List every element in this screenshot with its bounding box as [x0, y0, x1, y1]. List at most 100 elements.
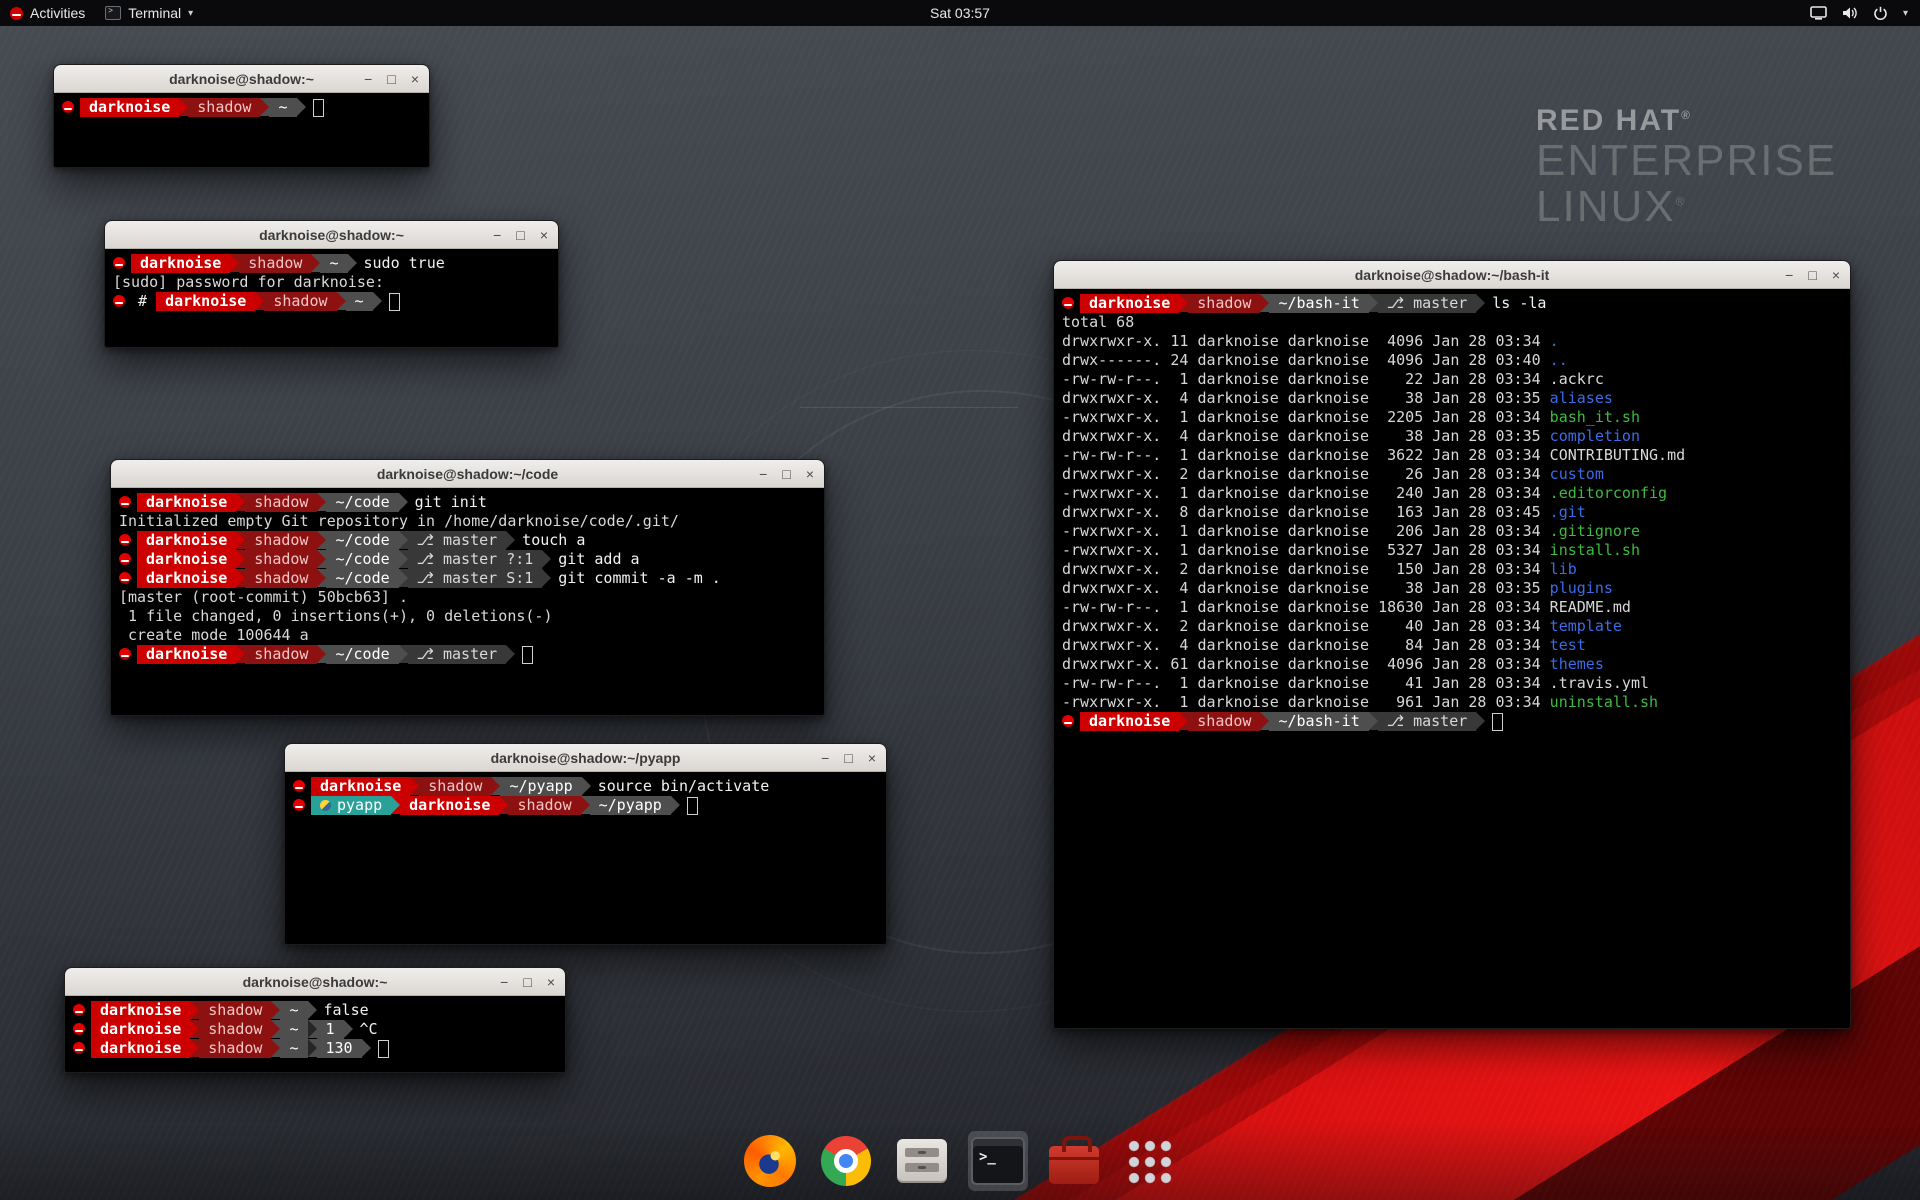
dock-item-firefox[interactable]	[740, 1131, 800, 1191]
output-text: -rwxrwxr-x. 1 darknoise darknoise 240 Ja…	[1062, 484, 1550, 503]
terminal-content[interactable]: darknoiseshadow~/codegit initInitialized…	[111, 488, 824, 716]
terminal-cursor	[389, 293, 400, 311]
minimize-button[interactable]: −	[759, 467, 767, 481]
redhat-prompt-icon	[119, 553, 131, 565]
terminal-line: -rw-rw-r--. 1 darknoise darknoise 3622 J…	[1062, 446, 1842, 465]
dock-item-chrome[interactable]	[816, 1131, 876, 1191]
registered-mark: ®	[1681, 108, 1692, 122]
command-text: source bin/activate	[598, 777, 770, 796]
terminal-window-bash-it[interactable]: darknoise@shadow:~/bash-it − □ × darknoi…	[1053, 260, 1851, 1029]
redhat-prompt-icon	[119, 496, 131, 508]
powerline-separator-icon	[399, 645, 408, 663]
close-button[interactable]: ×	[540, 228, 548, 242]
redhat-prompt-icon	[73, 1042, 85, 1054]
terminal-line: drwxrwxr-x. 4 darknoise darknoise 38 Jan…	[1062, 427, 1842, 446]
window-titlebar[interactable]: darknoise@shadow:~/bash-it − □ ×	[1054, 261, 1850, 289]
output-text: -rw-rw-r--. 1 darknoise darknoise 3622 J…	[1062, 446, 1550, 465]
app-menu-button[interactable]: Terminal ▾	[105, 5, 193, 21]
dock-item-files[interactable]	[892, 1131, 952, 1191]
terminal-content[interactable]: darknoiseshadow~/pyappsource bin/activat…	[285, 772, 886, 945]
prompt-segment-host: shadow	[1188, 712, 1260, 731]
powerline-separator-icon	[373, 292, 382, 310]
terminal-cursor	[687, 797, 698, 815]
terminal-line: drwx------. 24 darknoise darknoise 4096 …	[1062, 351, 1842, 370]
terminal-window-code[interactable]: darknoise@shadow:~/code − □ × darknoises…	[110, 459, 825, 716]
terminal-window-sudo[interactable]: darknoise@shadow:~ − □ × darknoiseshadow…	[104, 220, 559, 348]
minimize-button[interactable]: −	[493, 228, 501, 242]
powerline-separator-icon	[1260, 712, 1269, 730]
window-titlebar[interactable]: darknoise@shadow:~/code − □ ×	[111, 460, 824, 488]
file-name: .ackrc	[1550, 370, 1604, 389]
terminal-line: drwxrwxr-x. 2 darknoise darknoise 40 Jan…	[1062, 617, 1842, 636]
output-text: 1 file changed, 0 insertions(+), 0 delet…	[119, 607, 552, 626]
chevron-down-icon: ▾	[188, 8, 193, 19]
output-text: -rwxrwxr-x. 1 darknoise darknoise 5327 J…	[1062, 541, 1550, 560]
prompt-segment-host: shadow	[508, 796, 580, 815]
minimize-button[interactable]: −	[364, 72, 372, 86]
files-icon	[897, 1139, 947, 1183]
close-button[interactable]: ×	[547, 975, 555, 989]
powerline-separator-icon	[399, 569, 408, 587]
screen-icon	[1810, 6, 1827, 20]
window-titlebar[interactable]: darknoise@shadow:~/pyapp − □ ×	[285, 744, 886, 772]
terminal-window-home-2[interactable]: darknoise@shadow:~ − □ × darknoiseshadow…	[64, 967, 566, 1073]
powerline-separator-icon	[1476, 294, 1485, 312]
prompt-segment-path: ~	[280, 1001, 307, 1020]
prompt-segment-user: darknoise	[137, 645, 236, 664]
terminal-window-pyapp[interactable]: darknoise@shadow:~/pyapp − □ × darknoise…	[284, 743, 887, 945]
powerline-separator-icon	[308, 1020, 317, 1038]
maximize-button[interactable]: □	[1808, 268, 1816, 282]
close-button[interactable]: ×	[806, 467, 814, 481]
window-titlebar[interactable]: darknoise@shadow:~ − □ ×	[54, 65, 429, 93]
terminal-mini-icon	[105, 6, 121, 20]
terminal-line: total 68	[1062, 313, 1842, 332]
output-text: [master (root-commit) 50bcb63] .	[119, 588, 408, 607]
powerline-separator-icon	[271, 1020, 280, 1038]
system-status-area[interactable]: ▾	[1810, 6, 1920, 21]
prompt-segment-branch: ⎇ master	[1378, 294, 1477, 313]
directory-name: themes	[1550, 655, 1604, 674]
maximize-button[interactable]: □	[844, 751, 852, 765]
close-button[interactable]: ×	[411, 72, 419, 86]
output-text: drwxrwxr-x. 2 darknoise darknoise 150 Ja…	[1062, 560, 1550, 579]
terminal-content[interactable]: darknoiseshadow~falsedarknoiseshadow~1^C…	[65, 996, 565, 1073]
minimize-button[interactable]: −	[500, 975, 508, 989]
powerline-separator-icon	[1179, 294, 1188, 312]
terminal-content[interactable]: darknoiseshadow~sudo true[sudo] password…	[105, 249, 558, 348]
terminal-window-home-1[interactable]: darknoise@shadow:~ − □ × darknoiseshadow…	[53, 64, 430, 168]
output-text: total 68	[1062, 313, 1134, 332]
maximize-button[interactable]: □	[516, 228, 524, 242]
dock-item-toolbox[interactable]	[1044, 1131, 1104, 1191]
terminal-line: darknoiseshadow~/bash-it⎇ master	[1062, 712, 1842, 731]
prompt-segment-path: ~/pyapp	[500, 777, 581, 796]
dock-item-app-grid[interactable]	[1120, 1131, 1180, 1191]
directory-name: ..	[1550, 351, 1568, 370]
prompt-segment-path: ~/bash-it	[1269, 294, 1368, 313]
firefox-icon	[744, 1135, 796, 1187]
minimize-button[interactable]: −	[821, 751, 829, 765]
powerline-separator-icon	[337, 292, 346, 310]
clock-label[interactable]: Sat 03:57	[930, 5, 990, 21]
redhat-prompt-icon	[73, 1023, 85, 1035]
window-titlebar[interactable]: darknoise@shadow:~ − □ ×	[105, 221, 558, 249]
powerline-separator-icon	[297, 98, 306, 116]
output-text: drwxrwxr-x. 61 darknoise darknoise 4096 …	[1062, 655, 1550, 674]
maximize-button[interactable]: □	[782, 467, 790, 481]
close-button[interactable]: ×	[868, 751, 876, 765]
maximize-button[interactable]: □	[387, 72, 395, 86]
minimize-button[interactable]: −	[1785, 268, 1793, 282]
window-titlebar[interactable]: darknoise@shadow:~ − □ ×	[65, 968, 565, 996]
terminal-content[interactable]: darknoiseshadow~/bash-it⎇ masterls -lato…	[1054, 289, 1850, 1029]
output-text: drwxrwxr-x. 4 darknoise darknoise 38 Jan…	[1062, 579, 1550, 598]
dock-item-terminal[interactable]	[968, 1131, 1028, 1191]
terminal-cursor	[1492, 713, 1503, 731]
prompt-segment-branch: ⎇ master	[408, 645, 507, 664]
activities-button[interactable]: Activities	[10, 5, 85, 21]
terminal-content[interactable]: darknoiseshadow~	[54, 93, 429, 168]
prompt-segment-branch: ⎇ master	[1378, 712, 1477, 731]
close-button[interactable]: ×	[1832, 268, 1840, 282]
maximize-button[interactable]: □	[523, 975, 531, 989]
output-text: drwxrwxr-x. 2 darknoise darknoise 40 Jan…	[1062, 617, 1550, 636]
redhat-brand-mark: RED HAT® ENTERPRISE LINUX®	[1536, 104, 1837, 230]
powerline-separator-icon	[499, 796, 508, 814]
